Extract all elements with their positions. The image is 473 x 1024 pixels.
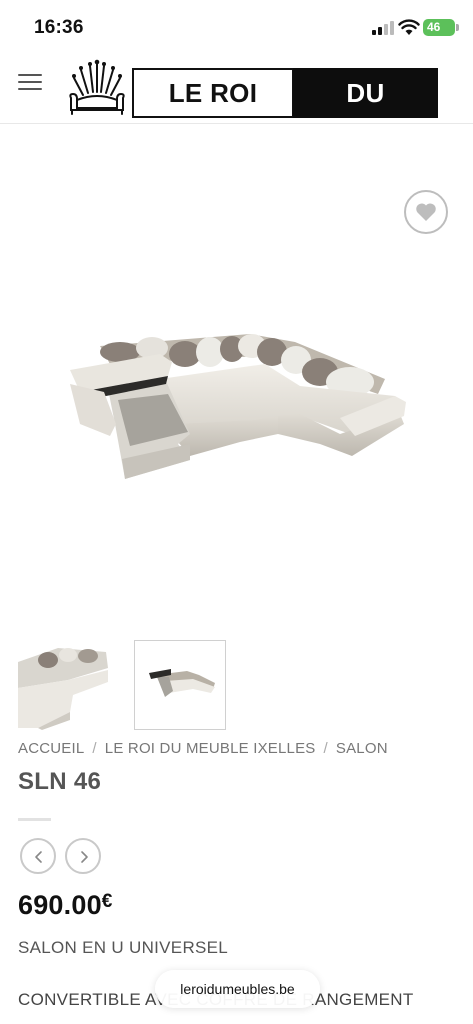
- status-bar: 16:36 46: [0, 0, 473, 52]
- logo-text-le-roi: LE ROI: [132, 68, 294, 118]
- logo-text-du-meuble: DU MEUBLE: [293, 68, 438, 158]
- thumbnail-gallery: [18, 640, 458, 730]
- product-navigation: [18, 838, 108, 876]
- next-product-button[interactable]: [65, 838, 101, 874]
- product-main-image[interactable]: [0, 124, 473, 634]
- product-price: 690.00€: [18, 890, 113, 921]
- thumbnail-1[interactable]: [18, 640, 110, 730]
- thumbnail-2[interactable]: [134, 640, 226, 730]
- product-subtitle: SALON EN U UNIVERSEL: [18, 938, 229, 957]
- hamburger-menu-icon[interactable]: [18, 70, 44, 94]
- breadcrumb-separator: /: [323, 740, 328, 757]
- battery-icon: 46: [423, 19, 459, 36]
- breadcrumb-store[interactable]: LE ROI DU MEUBLE IXELLES: [105, 740, 316, 757]
- crown-sofa-icon: [66, 56, 132, 116]
- previous-product-button[interactable]: [20, 838, 56, 874]
- chevron-left-icon: [35, 851, 42, 863]
- breadcrumb: ACCUEIL / LE ROI DU MEUBLE IXELLES / SALON: [18, 740, 458, 757]
- status-time: 16:36: [34, 17, 84, 38]
- breadcrumb-category[interactable]: SALON: [336, 740, 388, 757]
- sofa-image: [70, 334, 406, 479]
- wishlist-button[interactable]: [404, 190, 448, 234]
- breadcrumb-separator: /: [92, 740, 97, 757]
- price-currency: €: [101, 891, 113, 912]
- site-header: LE ROI DU MEUBLE: [0, 52, 473, 158]
- wifi-icon: [398, 18, 420, 36]
- product-title: SLN 46: [18, 768, 102, 795]
- price-value: 690.00: [18, 890, 102, 920]
- site-logo[interactable]: LE ROI DU MEUBLE: [64, 56, 439, 158]
- battery-level: 46: [427, 20, 441, 34]
- title-divider: [18, 818, 51, 821]
- breadcrumb-home[interactable]: ACCUEIL: [18, 740, 84, 757]
- browser-url-bar[interactable]: leroidumeubles.be: [155, 970, 320, 1008]
- cellular-signal-icon: [372, 21, 394, 35]
- chevron-right-icon: [81, 851, 88, 863]
- heart-icon: [416, 203, 436, 221]
